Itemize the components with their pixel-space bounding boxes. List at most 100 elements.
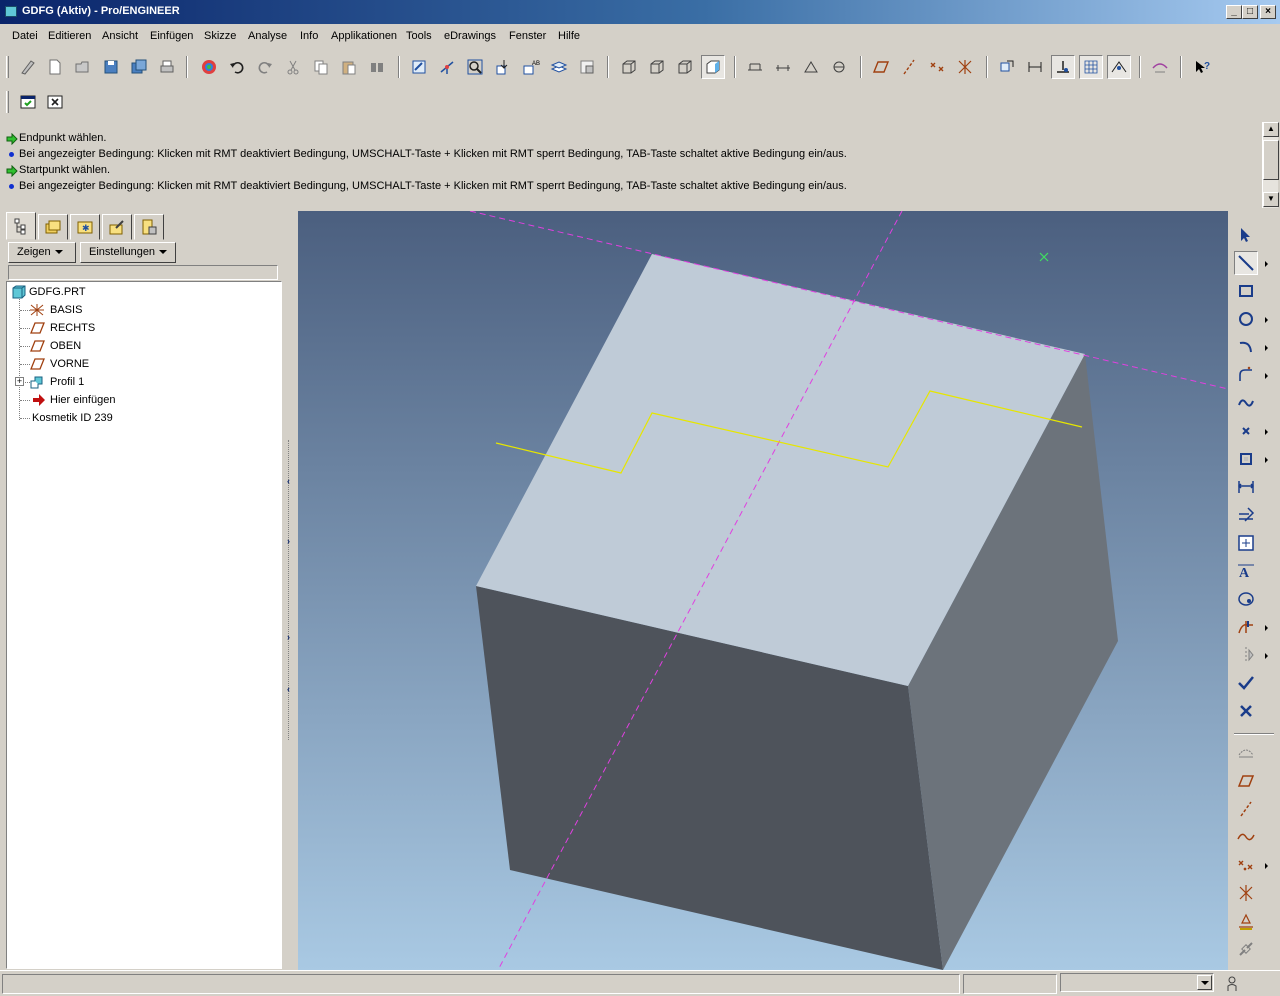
datum-axes-display-icon[interactable]: [771, 55, 795, 79]
repaint-icon[interactable]: [491, 55, 515, 79]
menu-editieren[interactable]: Editieren: [48, 30, 91, 42]
hidden-line-icon[interactable]: [645, 55, 669, 79]
datum-points-display-icon[interactable]: [799, 55, 823, 79]
datum-plane-tool-icon[interactable]: [1234, 769, 1258, 793]
constraint-display-icon[interactable]: [1051, 55, 1075, 79]
link-tool-icon[interactable]: [1234, 937, 1258, 961]
scroll-down-icon[interactable]: ▼: [1263, 192, 1279, 207]
panel-splitter[interactable]: ‹ › › ‹: [284, 210, 297, 970]
datum-axis-tool-icon[interactable]: [1234, 797, 1258, 821]
trim-tool-icon[interactable]: [1234, 615, 1258, 639]
coordinate-systems-display-icon[interactable]: [827, 55, 851, 79]
wireframe-icon[interactable]: [617, 55, 641, 79]
vertex-display-icon[interactable]: [1107, 55, 1131, 79]
menu-ansicht[interactable]: Ansicht: [102, 30, 138, 42]
chevron-right-icon[interactable]: [1265, 261, 1268, 267]
maximize-button[interactable]: □: [1242, 5, 1258, 19]
select-arrow-icon[interactable]: [1234, 223, 1258, 247]
text-tool-icon[interactable]: A: [1234, 559, 1258, 583]
open-folder-icon[interactable]: [71, 55, 95, 79]
close-button[interactable]: ×: [1260, 5, 1276, 19]
datum-plane-tool-icon[interactable]: [869, 55, 893, 79]
graphics-viewport[interactable]: [298, 211, 1228, 970]
sketch-setup-icon[interactable]: [16, 55, 40, 79]
chevron-right-icon[interactable]: [1265, 863, 1268, 869]
view-manager-icon[interactable]: AB: [519, 55, 543, 79]
arc-tool-icon[interactable]: [1234, 335, 1258, 359]
cancel-x-icon[interactable]: [1234, 699, 1258, 723]
tab-folder-browser[interactable]: [38, 214, 68, 240]
menu-datei[interactable]: Datei: [12, 30, 38, 42]
line-tool-icon[interactable]: [1234, 251, 1258, 275]
settings-dropdown[interactable]: Einstellungen: [80, 242, 176, 263]
palette-tool-icon[interactable]: [1234, 587, 1258, 611]
use-edge-tool-icon[interactable]: [1234, 447, 1258, 471]
dimension-tool-icon[interactable]: [1234, 475, 1258, 499]
model-view[interactable]: [298, 211, 1228, 970]
expand-icon[interactable]: +: [15, 377, 24, 386]
copy-icon[interactable]: [309, 55, 333, 79]
grid-display-icon[interactable]: [1079, 55, 1103, 79]
datum-point-tool-icon[interactable]: [1234, 853, 1258, 877]
undo-icon[interactable]: [225, 55, 249, 79]
done-check-icon[interactable]: [1234, 671, 1258, 695]
datum-planes-display-icon[interactable]: [743, 55, 767, 79]
sketch-view-icon[interactable]: [995, 55, 1019, 79]
collapse-left-icon[interactable]: ‹: [287, 476, 290, 486]
chevron-right-icon[interactable]: [1265, 625, 1268, 631]
chevron-down-icon[interactable]: [1197, 975, 1212, 990]
toolbar-grip[interactable]: [6, 56, 9, 78]
redo-icon[interactable]: [253, 55, 277, 79]
context-help-icon[interactable]: ?: [1190, 55, 1214, 79]
menu-hilfe[interactable]: Hilfe: [558, 30, 580, 42]
menu-info[interactable]: Info: [300, 30, 318, 42]
circle-tool-icon[interactable]: [1234, 307, 1258, 331]
chevron-right-icon[interactable]: [1265, 317, 1268, 323]
menu-fenster[interactable]: Fenster: [509, 30, 546, 42]
datum-csys-tool-icon[interactable]: [1234, 881, 1258, 905]
chevron-right-icon[interactable]: [1265, 429, 1268, 435]
constraints-tool-icon[interactable]: [1234, 531, 1258, 555]
menu-skizze[interactable]: Skizze: [204, 30, 236, 42]
mirror-tool-icon[interactable]: [1234, 643, 1258, 667]
no-hidden-icon[interactable]: [673, 55, 697, 79]
find-icon[interactable]: [365, 55, 389, 79]
collapse-left-icon[interactable]: ‹: [287, 684, 290, 694]
selection-filter-select[interactable]: [1060, 973, 1214, 992]
sketch-datum-icon[interactable]: [1234, 741, 1258, 765]
layers-icon[interactable]: [547, 55, 571, 79]
fillet-tool-icon[interactable]: [1234, 363, 1258, 387]
menu-applikationen[interactable]: Applikationen: [331, 30, 397, 42]
chevron-right-icon[interactable]: [1265, 653, 1268, 659]
cut-icon[interactable]: [281, 55, 305, 79]
rectangle-tool-icon[interactable]: [1234, 279, 1258, 303]
sketcher-diagnostics-icon[interactable]: [1148, 55, 1172, 79]
menu-edrawings[interactable]: eDrawings: [444, 30, 496, 42]
scroll-thumb[interactable]: [1263, 140, 1279, 180]
dimension-display-icon[interactable]: [1023, 55, 1047, 79]
tab-favorites[interactable]: ✱: [70, 214, 100, 240]
menu-tools[interactable]: Tools: [406, 30, 432, 42]
save-copy-icon[interactable]: [127, 55, 151, 79]
orient-icon[interactable]: [435, 55, 459, 79]
toolbar-grip[interactable]: [6, 91, 9, 113]
chevron-right-icon[interactable]: [1265, 457, 1268, 463]
spline-tool-icon[interactable]: [1234, 391, 1258, 415]
scroll-up-icon[interactable]: ▲: [1263, 122, 1279, 137]
model-display-icon[interactable]: [575, 55, 599, 79]
tab-model-tree[interactable]: [6, 212, 36, 240]
activate-window-icon[interactable]: [16, 90, 40, 114]
close-window-icon[interactable]: [43, 90, 67, 114]
tab-tools[interactable]: [102, 214, 132, 240]
message-scrollbar[interactable]: ▲ ▼: [1262, 122, 1279, 208]
chevron-right-icon[interactable]: [1265, 373, 1268, 379]
zoom-fit-icon[interactable]: [463, 55, 487, 79]
tab-connections[interactable]: [134, 214, 164, 240]
shading-icon[interactable]: [701, 55, 725, 79]
color-appearance-icon[interactable]: [197, 55, 221, 79]
datum-csys-tool-icon[interactable]: [953, 55, 977, 79]
modify-tool-icon[interactable]: [1234, 503, 1258, 527]
analysis-tool-icon[interactable]: [1234, 909, 1258, 933]
print-icon[interactable]: [155, 55, 179, 79]
save-icon[interactable]: [99, 55, 123, 79]
